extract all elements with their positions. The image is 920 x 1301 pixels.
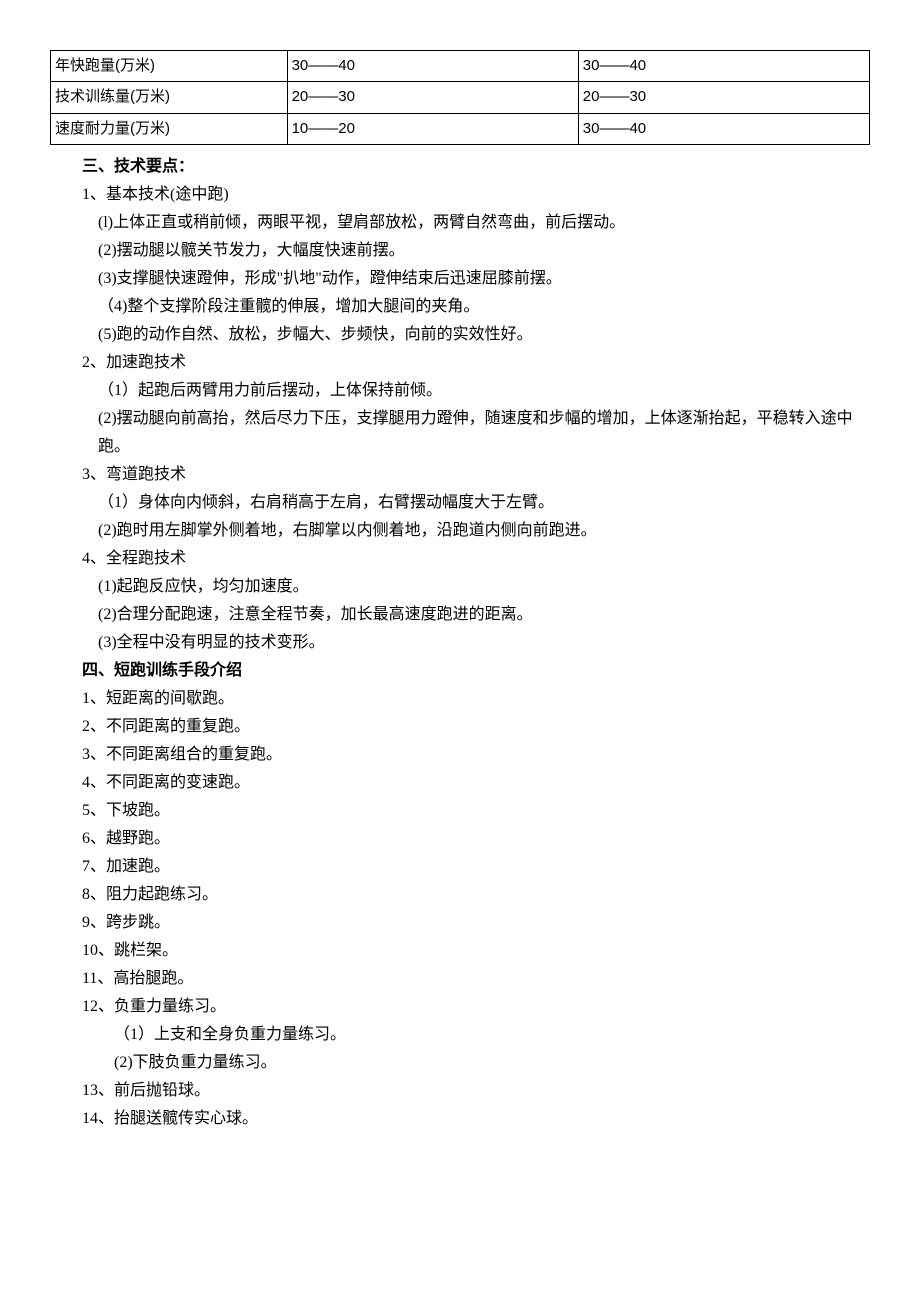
list-item: (2)跑时用左脚掌外侧着地，右脚掌以内侧着地，沿跑道内侧向前跑进。: [50, 517, 870, 545]
row-value-1: 20——30: [287, 82, 578, 113]
row-label: 速度耐力量(万米): [51, 113, 288, 144]
list-item: (1)起跑反应快，均匀加速度。: [50, 573, 870, 601]
subsection-title: 4、全程跑技术: [50, 545, 870, 573]
list-item: 9、跨步跳。: [50, 909, 870, 937]
list-sub-item: (2)下肢负重力量练习。: [50, 1049, 870, 1077]
list-item: （1）起跑后两臂用力前后摆动，上体保持前倾。: [50, 377, 870, 405]
subsection-title: 3、弯道跑技术: [50, 461, 870, 489]
list-item: 11、高抬腿跑。: [50, 965, 870, 993]
table-row: 速度耐力量(万米) 10——20 30——40: [51, 113, 870, 144]
table-row: 年快跑量(万米) 30——40 30——40: [51, 51, 870, 82]
subsection-title: 1、基本技术(途中跑): [50, 181, 870, 209]
row-value-1: 30——40: [287, 51, 578, 82]
list-item: 3、不同距离组合的重复跑。: [50, 741, 870, 769]
list-item: 1、短距离的间歇跑。: [50, 685, 870, 713]
training-volume-table: 年快跑量(万米) 30——40 30——40 技术训练量(万米) 20——30 …: [50, 50, 870, 145]
list-item: (3)支撑腿快速蹬伸，形成"扒地"动作，蹬伸结束后迅速屈膝前摆。: [50, 265, 870, 293]
row-label: 技术训练量(万米): [51, 82, 288, 113]
row-label: 年快跑量(万米): [51, 51, 288, 82]
list-item: (3)全程中没有明显的技术变形。: [50, 629, 870, 657]
subsection-title: 2、加速跑技术: [50, 349, 870, 377]
list-item: （1）身体向内倾斜，右肩稍高于左肩，右臂摆动幅度大于左臂。: [50, 489, 870, 517]
list-item: 6、越野跑。: [50, 825, 870, 853]
list-item: 12、负重力量练习。: [50, 993, 870, 1021]
list-sub-item: （1）上支和全身负重力量练习。: [50, 1021, 870, 1049]
list-item: 7、加速跑。: [50, 853, 870, 881]
list-item: (2)摆动腿以髋关节发力，大幅度快速前摆。: [50, 237, 870, 265]
section-4-heading: 四、短跑训练手段介绍: [50, 657, 870, 685]
row-value-1: 10——20: [287, 113, 578, 144]
row-value-2: 30——40: [578, 51, 869, 82]
list-item: 5、下坡跑。: [50, 797, 870, 825]
list-item: 14、抬腿送髋传实心球。: [50, 1105, 870, 1133]
table-row: 技术训练量(万米) 20——30 20——30: [51, 82, 870, 113]
list-item: (l)上体正直或稍前倾，两眼平视，望肩部放松，两臂自然弯曲，前后摆动。: [50, 209, 870, 237]
list-item: (2)摆动腿向前高抬，然后尽力下压，支撑腿用力蹬伸，随速度和步幅的增加，上体逐渐…: [50, 405, 870, 461]
list-item: 4、不同距离的变速跑。: [50, 769, 870, 797]
list-item: 10、跳栏架。: [50, 937, 870, 965]
row-value-2: 20——30: [578, 82, 869, 113]
list-item: 8、阻力起跑练习。: [50, 881, 870, 909]
row-value-2: 30——40: [578, 113, 869, 144]
list-item: （4)整个支撑阶段注重髋的伸展，增加大腿间的夹角。: [50, 293, 870, 321]
list-item: 2、不同距离的重复跑。: [50, 713, 870, 741]
list-item: (2)合理分配跑速，注意全程节奏，加长最高速度跑进的距离。: [50, 601, 870, 629]
list-item: (5)跑的动作自然、放松，步幅大、步频快，向前的实效性好。: [50, 321, 870, 349]
section-3-heading: 三、技术要点：: [50, 153, 870, 181]
list-item: 13、前后抛铅球。: [50, 1077, 870, 1105]
